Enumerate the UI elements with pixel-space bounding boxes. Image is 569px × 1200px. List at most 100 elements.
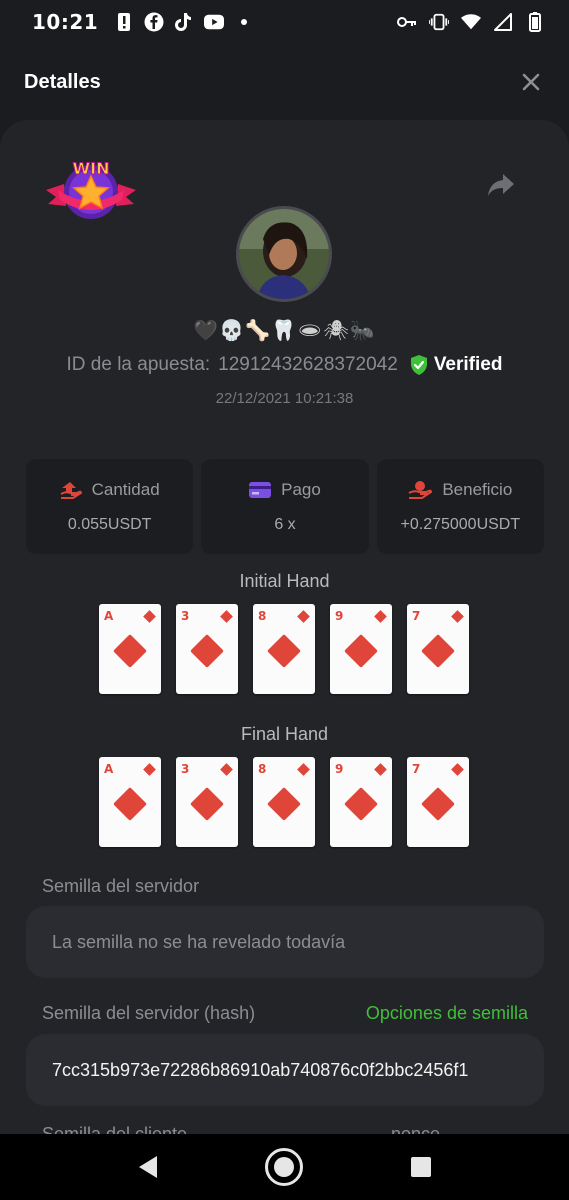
stat-amount-value: 0.055USDT xyxy=(67,515,152,533)
server-seed-hash-field[interactable]: 7cc315b973e72286b86910ab740876c0f2bbc245… xyxy=(26,1034,544,1106)
diamond-suit-icon xyxy=(190,634,224,668)
details-sheet: WIN 🖤💀🦴🦷🕳🕷🐜 ID de la apuesta: 1291243262… xyxy=(0,120,569,1134)
wifi-icon xyxy=(461,12,481,32)
battery-icon xyxy=(525,12,545,32)
card-rank: A xyxy=(104,762,114,776)
card-rank: 9 xyxy=(335,609,344,623)
nonce-label: nonce xyxy=(391,1124,441,1134)
win-badge: WIN xyxy=(44,154,138,224)
bet-id-value: 12912432628372042 xyxy=(218,354,398,375)
verified-label: Verified xyxy=(433,354,503,375)
card-rank: A xyxy=(104,609,114,623)
playing-card: 7 xyxy=(407,757,469,847)
nav-recents-button[interactable] xyxy=(401,1147,441,1187)
playing-card: 8 xyxy=(253,757,315,847)
signal-icon xyxy=(493,12,513,32)
dot-icon xyxy=(234,12,254,32)
diamond-suit-icon xyxy=(143,610,156,623)
diamond-suit-icon xyxy=(451,763,464,776)
win-badge-label: WIN xyxy=(73,159,110,178)
server-seed-label: Semilla del servidor xyxy=(42,876,200,896)
notification-icons xyxy=(114,12,254,32)
diamond-suit-icon xyxy=(220,763,233,776)
vibrate-icon xyxy=(429,12,449,32)
close-button[interactable] xyxy=(517,68,545,96)
card-rank: 8 xyxy=(258,762,267,776)
diamond-suit-icon xyxy=(421,634,455,668)
share-button[interactable] xyxy=(486,172,520,202)
diamond-suit-icon xyxy=(267,634,301,668)
diamond-suit-icon xyxy=(190,787,224,821)
vpn-key-icon xyxy=(397,12,417,32)
avatar xyxy=(236,206,332,302)
bet-id-row: ID de la apuesta: 12912432628372042 Veri… xyxy=(0,354,569,376)
card-rank: 7 xyxy=(412,762,421,776)
playing-card: A xyxy=(99,757,161,847)
server-seed-hash-label: Semilla del servidor (hash) xyxy=(42,1003,256,1023)
playing-card: 7 xyxy=(407,604,469,694)
stat-amount: Cantidad 0.055USDT xyxy=(26,459,194,554)
playing-card: A xyxy=(99,604,161,694)
home-circle-icon xyxy=(265,1148,304,1186)
diamond-suit-icon xyxy=(113,634,147,668)
diamond-suit-icon xyxy=(374,763,387,776)
wallet-hand-icon xyxy=(60,481,82,499)
stat-payout-value: 6 x xyxy=(274,515,296,533)
stat-payout: Pago 6 x xyxy=(201,459,369,554)
diamond-suit-icon xyxy=(113,787,147,821)
stat-amount-label: Cantidad xyxy=(91,479,160,499)
playing-card: 3 xyxy=(176,757,238,847)
card-rank: 7 xyxy=(412,609,421,623)
diamond-suit-icon xyxy=(297,763,310,776)
card-rank: 3 xyxy=(181,762,190,776)
diamond-suit-icon xyxy=(421,787,455,821)
youtube-icon xyxy=(204,12,225,32)
stat-profit-label: Beneficio xyxy=(442,479,513,499)
stat-profit-value: +0.275000USDT xyxy=(400,515,521,533)
details-header: Detalles xyxy=(0,44,569,120)
nav-home-button[interactable] xyxy=(264,1147,304,1187)
diamond-suit-icon xyxy=(451,610,464,623)
recents-square-icon xyxy=(410,1157,431,1177)
card-rank: 3 xyxy=(181,609,190,623)
diamond-suit-icon xyxy=(143,763,156,776)
profit-hand-icon xyxy=(408,480,433,499)
share-icon xyxy=(488,174,514,196)
stat-payout-head: Pago xyxy=(249,480,321,500)
server-seed-field[interactable]: La semilla no se ha revelado todavía xyxy=(26,906,544,978)
shield-check-icon xyxy=(410,355,427,375)
diamond-suit-icon xyxy=(220,610,233,623)
user-emoji-nickname: 🖤💀🦴🦷🕳🕷🐜 xyxy=(193,318,376,342)
playing-card: 9 xyxy=(330,757,392,847)
nav-back-button[interactable] xyxy=(128,1147,168,1187)
seed-options-link[interactable]: Opciones de semilla xyxy=(366,1003,528,1024)
diamond-suit-icon xyxy=(344,787,378,821)
stat-profit: Beneficio +0.275000USDT xyxy=(376,459,544,554)
tiktok-icon xyxy=(174,12,194,32)
initial-hand: A 3 8 9 7 xyxy=(99,604,471,694)
bet-date: 22/12/2021 10:21:38 xyxy=(215,390,354,407)
card-rank: 8 xyxy=(258,609,267,623)
client-seed-label: Semilla del cliente xyxy=(42,1124,188,1134)
card-icon xyxy=(249,481,272,498)
page-title: Detalles xyxy=(24,70,101,93)
bet-details-screen: 10:21 Detalles WIN 🖤💀🦴🦷🕳🕷🐜 ID de la apue… xyxy=(0,0,569,1200)
status-time: 10:21 xyxy=(32,10,99,34)
bet-stats: Cantidad 0.055USDT Pago 6 x Beneficio +0… xyxy=(26,459,544,554)
diamond-suit-icon xyxy=(344,634,378,668)
final-hand: A 3 8 9 7 xyxy=(99,757,471,847)
system-icons xyxy=(397,12,545,32)
playing-card: 8 xyxy=(253,604,315,694)
alert-icon xyxy=(114,12,134,32)
bet-id-label: ID de la apuesta: xyxy=(66,354,211,375)
diamond-suit-icon xyxy=(267,787,301,821)
facebook-icon xyxy=(144,12,164,32)
stat-profit-head: Beneficio xyxy=(408,480,512,500)
close-icon xyxy=(522,73,540,91)
card-rank: 9 xyxy=(335,762,344,776)
stat-amount-head: Cantidad xyxy=(60,480,160,500)
status-bar: 10:21 xyxy=(0,0,569,44)
back-triangle-icon xyxy=(139,1156,158,1178)
system-nav-bar xyxy=(0,1134,569,1200)
verified-badge: Verified xyxy=(410,354,503,376)
